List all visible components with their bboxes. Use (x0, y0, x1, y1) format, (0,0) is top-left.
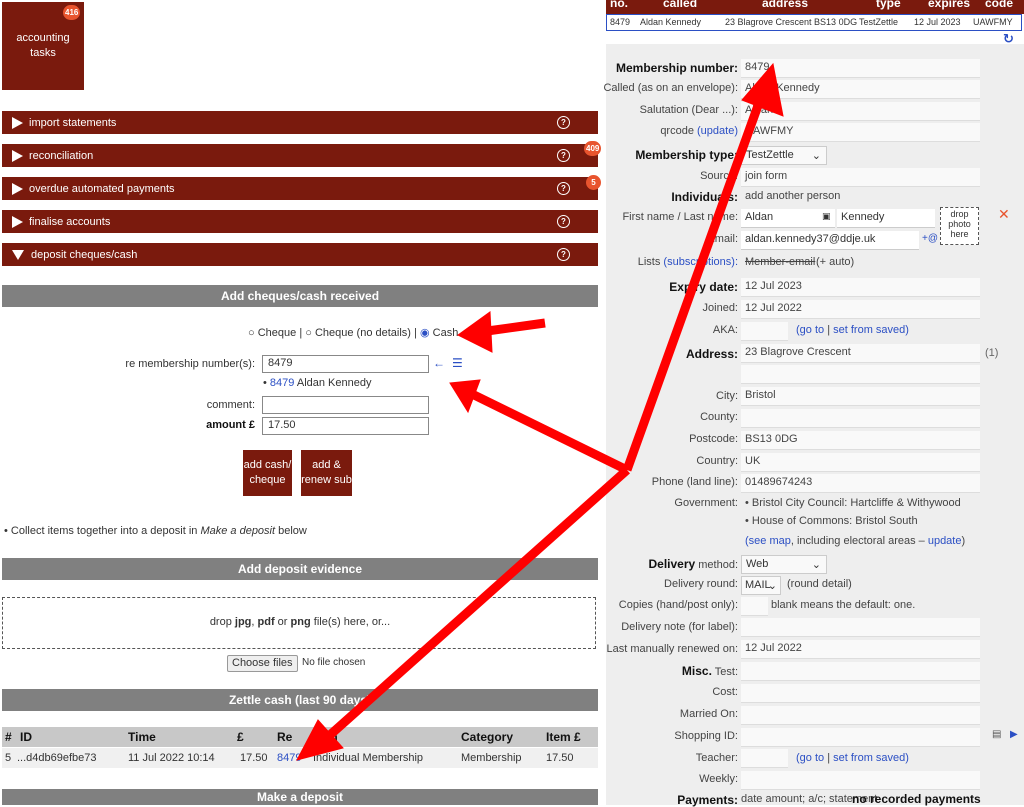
arrow-to-called (622, 98, 765, 472)
arrow-to-membership-input (468, 388, 629, 475)
arrow-to-zettle-re (327, 466, 630, 739)
annotation-arrows (296, 62, 784, 761)
arrowhead-cash (457, 311, 493, 353)
arrowhead-called (741, 62, 784, 117)
